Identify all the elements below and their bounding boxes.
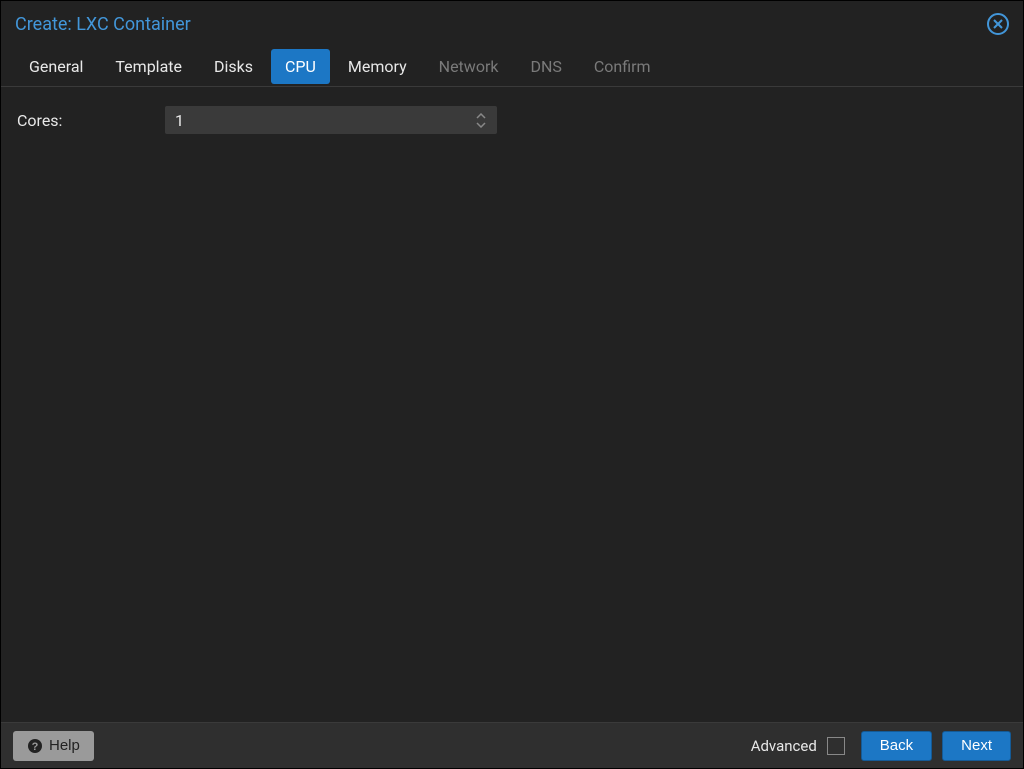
cores-spinner bbox=[475, 112, 497, 129]
svg-text:?: ? bbox=[32, 741, 39, 753]
chevron-up-icon bbox=[476, 113, 486, 119]
close-icon bbox=[991, 17, 1005, 31]
cores-label: Cores: bbox=[17, 111, 165, 130]
create-container-dialog: Create: LXC Container General Template D… bbox=[0, 0, 1024, 769]
cores-spinner-down[interactable] bbox=[475, 121, 487, 129]
dialog-header: Create: LXC Container bbox=[1, 1, 1023, 47]
cores-spinner-up[interactable] bbox=[475, 112, 487, 120]
tab-dns: DNS bbox=[516, 49, 575, 84]
advanced-checkbox[interactable] bbox=[827, 737, 845, 755]
help-label: Help bbox=[49, 737, 80, 754]
cores-input[interactable]: 1 bbox=[165, 106, 497, 134]
tab-disks[interactable]: Disks bbox=[200, 49, 267, 84]
back-button[interactable]: Back bbox=[861, 731, 932, 761]
help-icon: ? bbox=[27, 738, 43, 754]
chevron-down-icon bbox=[476, 122, 486, 128]
advanced-label: Advanced bbox=[751, 737, 817, 755]
dialog-content: Cores: 1 bbox=[1, 87, 1023, 722]
cores-value: 1 bbox=[165, 111, 475, 130]
tab-memory[interactable]: Memory bbox=[334, 49, 421, 84]
close-button[interactable] bbox=[987, 13, 1009, 35]
tab-template[interactable]: Template bbox=[101, 49, 196, 84]
dialog-title: Create: LXC Container bbox=[15, 14, 191, 35]
tab-general[interactable]: General bbox=[15, 49, 97, 84]
cores-row: Cores: 1 bbox=[17, 105, 1007, 135]
dialog-footer: ? Help Advanced Back Next bbox=[1, 722, 1023, 768]
tab-cpu[interactable]: CPU bbox=[271, 49, 330, 84]
tab-network: Network bbox=[425, 49, 513, 84]
footer-right: Advanced Back Next bbox=[751, 731, 1011, 761]
wizard-tabs: General Template Disks CPU Memory Networ… bbox=[1, 47, 1023, 87]
next-button[interactable]: Next bbox=[942, 731, 1011, 761]
tab-confirm: Confirm bbox=[580, 49, 665, 84]
help-button[interactable]: ? Help bbox=[13, 731, 94, 761]
